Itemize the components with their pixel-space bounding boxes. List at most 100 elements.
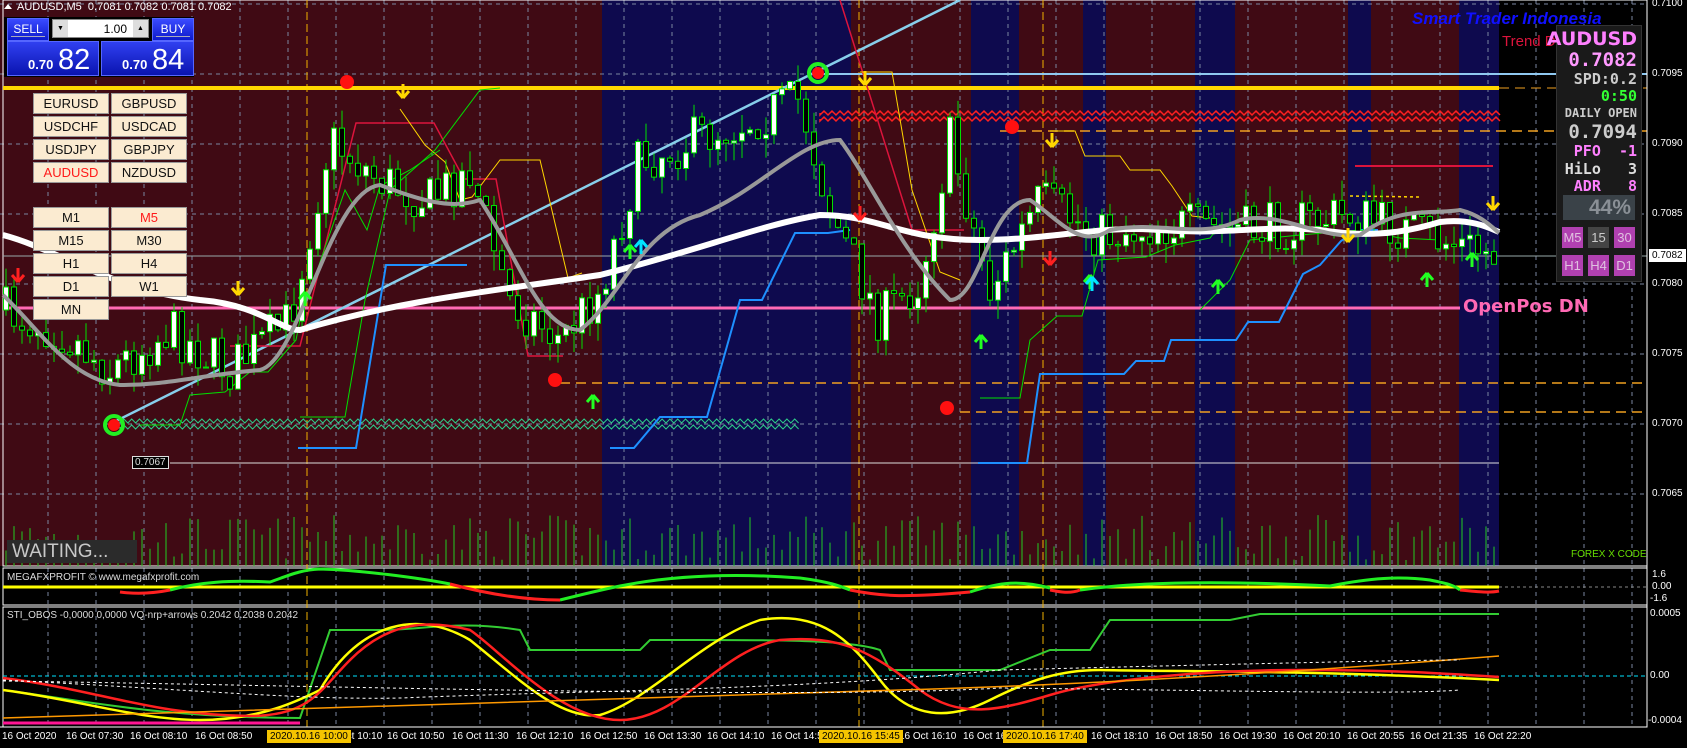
bear-candle [467,170,473,186]
bear-candle [987,260,993,301]
symbol-button-nzdusd[interactable]: NZDUSD [111,162,187,183]
hilo-row: HiLo 3 [1565,160,1637,178]
bull-candle [1291,239,1297,250]
bull-candle [1075,221,1081,224]
time-label: 16 Oct 12:10 [516,731,574,742]
bear-candle [67,351,73,356]
bear-candle [131,350,137,375]
bear-candle [547,328,553,344]
time-label: 16 Oct 21:35 [1410,731,1468,742]
bear-candle [19,325,25,331]
daily-open-value: 0.7094 [1568,121,1637,143]
hilo-value: 3 [1627,160,1637,178]
bull-candle [691,116,697,154]
timeframe-button-mn[interactable]: MN [33,299,109,320]
bear-candle [899,292,905,297]
pfo-label: PFO [1573,142,1601,160]
symbol-button-usdcad[interactable]: USDCAD [111,116,187,137]
bear-candle [1475,234,1481,255]
bear-candle [1147,236,1153,245]
open-position-label: OpenPos DN [1463,296,1589,317]
timeframe-button-h4[interactable]: H4 [111,253,187,274]
collapse-triangle-icon[interactable] [4,4,12,9]
lot-increase-icon[interactable]: ▲ [133,20,148,37]
symbol-button-usdjpy[interactable]: USDJPY [33,139,109,160]
info-countdown: 0:50 [1600,87,1637,105]
bull-candle [1139,236,1145,242]
bull-candle [1043,182,1049,187]
sell-button[interactable]: SELL [7,18,49,41]
buy-label: BUY [156,19,190,37]
timeframe-button-h1[interactable]: H1 [33,253,109,274]
bear-candle [1195,203,1201,207]
symbol-button-eurusd[interactable]: EURUSD [33,93,109,114]
tf-button-h1[interactable]: H1 [1562,255,1583,276]
sti-green-line [2,613,1499,720]
bear-candle [1067,193,1073,224]
tf-button-15[interactable]: 15 [1588,227,1609,248]
sell-signal-dot [548,373,562,387]
time-label: 16 Oct 08:50 [195,731,253,742]
bear-candle [963,173,969,219]
daily-open-label: DAILY OPEN [1564,106,1637,120]
timeframe-button-d1[interactable]: D1 [33,276,109,297]
time-highlight-label: 2020.10.16 15:45 [819,730,903,743]
bear-candle [147,354,153,366]
symbol-button-gbpjpy[interactable]: GBPJPY [111,139,187,160]
tf-button-d1[interactable]: D1 [1614,255,1635,276]
bear-zone [851,0,971,566]
symbol-button-gbpusd[interactable]: GBPUSD [111,93,187,114]
sti-panel-border [2,606,1648,728]
bear-candle [851,237,857,245]
bull-candle [115,359,121,379]
signal-dot [812,67,824,79]
lot-size-stepper[interactable]: ▼ ▲ [52,19,149,38]
bear-candle [1259,237,1265,242]
sti-indicator-label: STI_OBOS -0,0000 0,0000 VQ-nrp+arrows 0.… [7,610,299,621]
bear-candle [411,206,417,218]
lot-size-input[interactable] [69,20,131,37]
symbol-button-audusd[interactable]: AUDUSD [33,162,109,183]
current-price-label: 0.7082 [1649,249,1686,262]
bull-candle [779,88,785,96]
bear-candle [891,290,897,294]
bull-candle [1331,199,1337,226]
timeframe-button-m30[interactable]: M30 [111,230,187,251]
bull-candle [1187,203,1193,212]
bull-candle [1459,238,1465,248]
bear-zone [1235,0,1348,566]
bear-candle [859,243,865,300]
time-highlight-label: 2020.10.16 10:00 [267,730,351,743]
bull-candle [1443,243,1449,250]
tf-button-h4[interactable]: H4 [1588,255,1609,276]
bear-candle [523,319,529,337]
tf-button-30[interactable]: 30 [1614,227,1635,248]
bull-candle [203,366,209,369]
bear-candle [1307,202,1313,211]
bull-candle [251,333,257,365]
lot-decrease-icon[interactable]: ▼ [53,20,68,37]
bull-candle [139,354,145,375]
bear-candle [227,376,233,390]
bear-zone [1106,0,1195,566]
bull-candle [867,292,873,300]
time-label: 16 Oct 10:50 [387,731,445,742]
adr-label: ADR [1573,177,1601,195]
sell-price[interactable]: 0.70 82 [7,41,99,76]
bear-candle [1059,187,1065,195]
bear-candle [699,116,705,125]
bull-candle [531,311,537,337]
buy-price[interactable]: 0.70 84 [101,41,194,76]
bull-candle [611,238,617,290]
megafx-tick-zero: 0.00 [1652,581,1672,592]
timeframe-button-m1[interactable]: M1 [33,207,109,228]
bull-candle [363,165,369,177]
bull-candle [715,139,721,150]
timeframe-button-w1[interactable]: W1 [111,276,187,297]
price-chart[interactable] [0,0,1687,748]
tf-button-m5[interactable]: M5 [1562,227,1583,248]
buy-button[interactable]: BUY [152,18,194,41]
timeframe-button-m5[interactable]: M5 [111,207,187,228]
timeframe-button-m15[interactable]: M15 [33,230,109,251]
symbol-button-usdchf[interactable]: USDCHF [33,116,109,137]
